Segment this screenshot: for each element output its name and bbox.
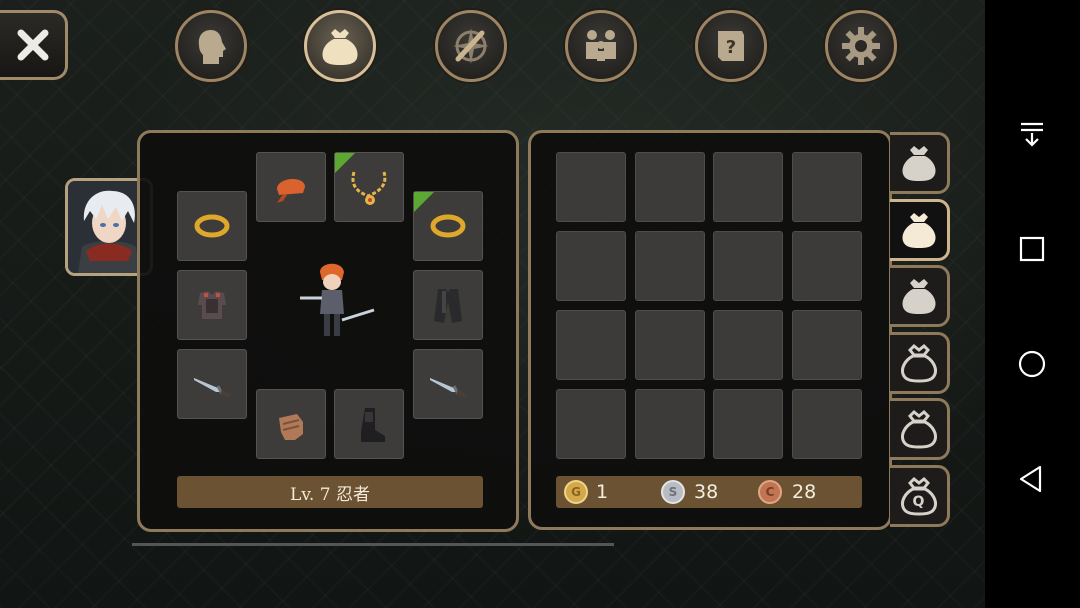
copper-amount: 28	[792, 481, 817, 503]
inventory-slot[interactable]	[556, 152, 626, 222]
recents-button[interactable]	[1012, 229, 1052, 269]
gold-ring-icon	[194, 214, 230, 238]
inventory-slot[interactable]	[792, 310, 862, 380]
armor-icon	[198, 291, 226, 319]
back-icon	[1019, 465, 1042, 493]
inventory-slot[interactable]	[792, 152, 862, 222]
coat-icon	[434, 289, 462, 323]
bag-icon	[901, 213, 936, 248]
equip-slot-hands[interactable]	[256, 389, 326, 459]
equip-slot-ring-right[interactable]	[413, 191, 483, 261]
equip-slot-feet[interactable]	[334, 389, 404, 459]
bag-tab-5[interactable]	[890, 398, 950, 460]
notification-pulldown-button[interactable]	[1012, 114, 1052, 154]
bag-tab-1[interactable]	[890, 132, 950, 194]
close-button[interactable]	[0, 10, 68, 80]
tab-settings[interactable]	[825, 10, 897, 82]
inventory-slot[interactable]	[713, 152, 783, 222]
android-nav-bar	[985, 0, 1080, 608]
tab-skills[interactable]	[435, 10, 507, 82]
bag-tab-3[interactable]	[890, 265, 950, 327]
bag-tab-label: Q	[912, 494, 925, 510]
bag-icon	[900, 343, 937, 383]
home-icon	[1018, 350, 1046, 378]
inventory-slot[interactable]	[556, 389, 626, 459]
head-icon	[198, 30, 226, 64]
dagger-icon	[430, 378, 467, 398]
equip-slot-weapon-left[interactable]	[177, 349, 247, 419]
tab-quests[interactable]: ?	[695, 10, 767, 82]
character-sprite	[300, 263, 375, 336]
new-item-flag	[335, 153, 355, 173]
bag-tab-2[interactable]	[890, 199, 950, 261]
equip-slot-neck[interactable]	[334, 152, 404, 222]
gold-ring-icon	[430, 214, 466, 238]
copper-coin-icon: C	[758, 480, 782, 504]
scroll-track	[132, 543, 614, 546]
silver-amount: 38	[694, 481, 719, 503]
bag-icon	[322, 29, 358, 65]
boots-icon	[361, 408, 385, 442]
bag-icon	[901, 146, 936, 181]
bag-icon	[900, 409, 937, 449]
tab-party[interactable]	[565, 10, 637, 82]
gear-icon	[842, 27, 880, 65]
inventory-slot[interactable]	[635, 389, 705, 459]
inventory-slot[interactable]	[713, 389, 783, 459]
inventory-slot[interactable]	[792, 231, 862, 301]
quest-scroll-icon: ?	[718, 31, 744, 61]
tab-inventory[interactable]	[304, 10, 376, 82]
pulldown-arrow-icon	[1021, 122, 1043, 147]
inventory-slot[interactable]	[635, 310, 705, 380]
equip-slot-ring-left[interactable]	[177, 191, 247, 261]
character-level-label: Lv. 7 忍者	[177, 476, 483, 508]
equip-slot-weapon-right[interactable]	[413, 349, 483, 419]
recents-icon	[1019, 236, 1045, 262]
back-button[interactable]	[1012, 459, 1052, 499]
bandana-icon	[277, 178, 305, 203]
inventory-slot[interactable]	[556, 310, 626, 380]
currency-bar: G 1 S 38 C 28	[556, 476, 862, 508]
party-icon	[586, 30, 616, 61]
gloves-icon	[279, 414, 303, 440]
silver-coin-icon: S	[661, 480, 685, 504]
new-item-flag	[414, 192, 434, 212]
equip-slot-body[interactable]	[177, 270, 247, 340]
inventory-slot[interactable]	[635, 231, 705, 301]
bag-tab-6[interactable]: Q	[890, 465, 950, 527]
inventory-slot[interactable]	[556, 231, 626, 301]
bag-icon	[901, 279, 936, 314]
equip-slot-cloak[interactable]	[413, 270, 483, 340]
inventory-slot[interactable]	[792, 389, 862, 459]
gold-amount: 1	[596, 481, 609, 503]
inventory-slot[interactable]	[635, 152, 705, 222]
sword-compass-icon	[453, 28, 489, 64]
gold-coin-icon: G	[564, 480, 588, 504]
inventory-slot[interactable]	[713, 231, 783, 301]
svg-text:?: ?	[726, 37, 736, 58]
close-icon	[17, 29, 48, 61]
equip-slot-head[interactable]	[256, 152, 326, 222]
home-button[interactable]	[1012, 344, 1052, 384]
bag-tab-4[interactable]	[890, 332, 950, 394]
tab-status[interactable]	[175, 10, 247, 82]
dagger-icon	[194, 378, 231, 398]
inventory-slot[interactable]	[713, 310, 783, 380]
